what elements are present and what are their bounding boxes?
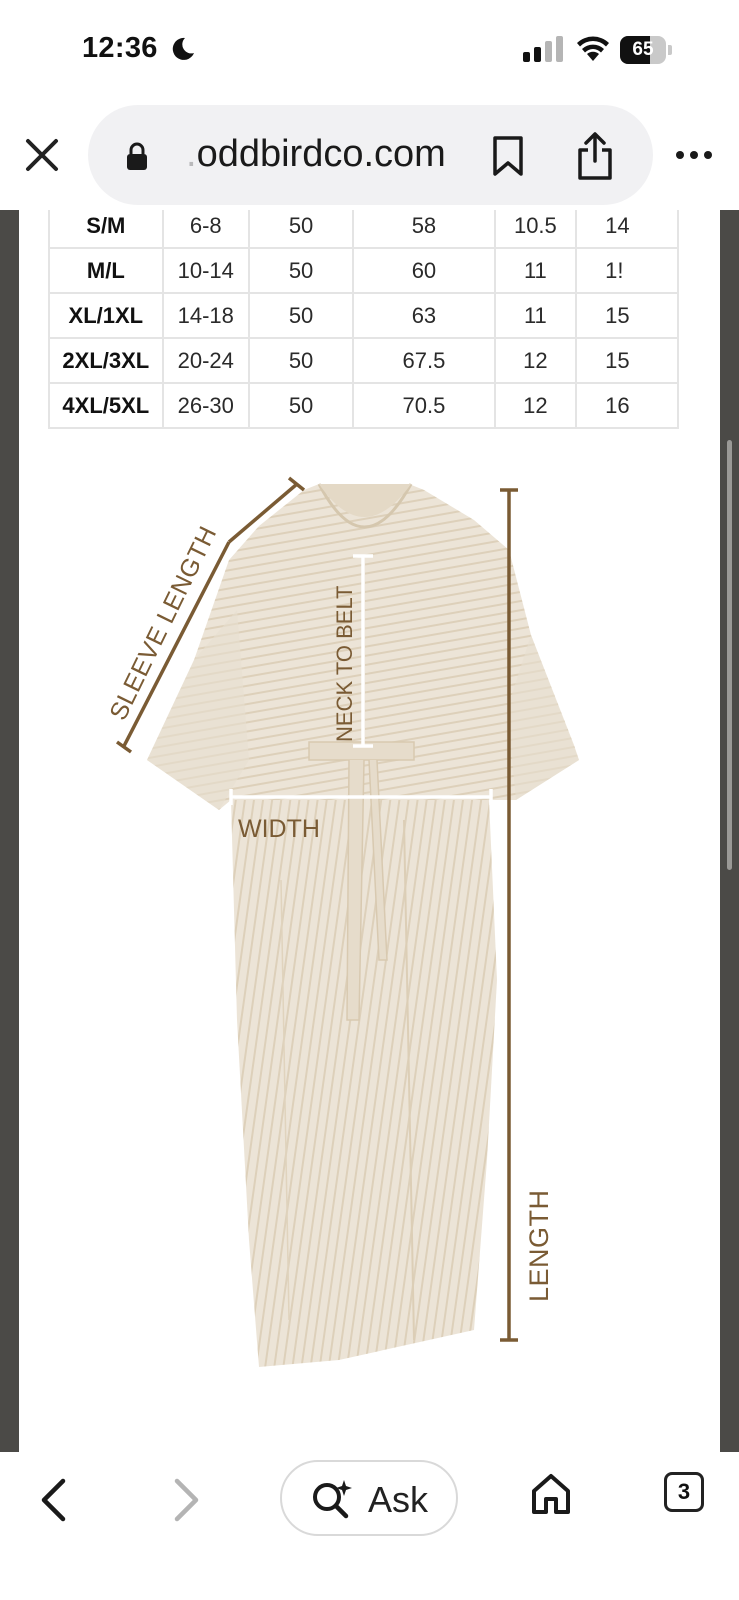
table-cell: 12 xyxy=(493,382,578,429)
table-cell: 26-30 xyxy=(161,382,250,429)
size-label-cell: XL/1XL xyxy=(48,292,164,339)
table-cell: 20-24 xyxy=(161,337,250,384)
table-cell: 50 xyxy=(247,210,355,249)
bookmark-icon[interactable] xyxy=(490,135,526,177)
table-cell: 14 xyxy=(575,210,679,249)
garment-measurement-diagram: SLEEVE LENGTH NECK TO BELT WIDTH LENGTH xyxy=(104,476,579,1367)
lock-icon xyxy=(127,142,147,170)
table-cell: 10.5 xyxy=(493,210,578,249)
table-cell: 63 xyxy=(352,292,496,339)
clock: 12:36 xyxy=(82,32,158,64)
table-cell: 11 xyxy=(493,292,578,339)
table-cell: 12 xyxy=(493,337,578,384)
url-domain: oddbirdco.com xyxy=(196,133,446,175)
table-cell: 58 xyxy=(352,210,496,249)
table-cell: 1! xyxy=(575,247,679,294)
home-icon[interactable] xyxy=(530,1472,572,1516)
web-page-viewport[interactable]: S/M 6-8 50 58 10.5 14 M/L 10-14 50 60 11 1! XL/1XL 14… xyxy=(0,210,739,1452)
size-label-cell: S/M xyxy=(48,210,164,249)
table-cell: 6-8 xyxy=(161,210,250,249)
cellular-signal-icon xyxy=(523,36,563,62)
table-cell: 15 xyxy=(575,292,679,339)
url-faded-prefix: . xyxy=(186,133,197,175)
table-row: 2XL/3XL 20-24 50 67.5 12 15 xyxy=(48,337,679,384)
table-cell: 60 xyxy=(352,247,496,294)
neck-to-belt-label: NECK TO BELT xyxy=(332,586,357,743)
battery-icon: 65 xyxy=(620,36,672,64)
table-cell: 50 xyxy=(247,382,355,429)
tab-count: 3 xyxy=(677,1479,691,1504)
address-bar[interactable]: .oddbirdco.com xyxy=(88,105,653,205)
moon-icon xyxy=(172,37,194,60)
width-label: WIDTH xyxy=(238,815,320,843)
status-bar: 12:36 65 xyxy=(0,0,739,100)
size-chart-table: S/M 6-8 50 58 10.5 14 M/L 10-14 50 60 11 1! XL/1XL 14… xyxy=(48,210,679,429)
wifi-icon xyxy=(577,36,609,61)
more-options-icon[interactable] xyxy=(672,140,716,170)
table-cell: 50 xyxy=(247,292,355,339)
page-scrollbar[interactable] xyxy=(727,440,732,870)
dress-body xyxy=(231,800,497,1367)
length-label: LENGTH xyxy=(524,1189,554,1302)
close-icon[interactable] xyxy=(20,133,64,177)
size-label-cell: 2XL/3XL xyxy=(48,337,164,384)
browser-bottom-bar: Ask 3 xyxy=(0,1452,739,1600)
table-cell: 15 xyxy=(575,337,679,384)
battery-percent: 65 xyxy=(632,39,654,60)
table-cell: 11 xyxy=(493,247,578,294)
ask-button[interactable]: Ask xyxy=(280,1460,458,1536)
table-row: S/M 6-8 50 58 10.5 14 xyxy=(48,210,679,249)
table-cell: 67.5 xyxy=(352,337,496,384)
table-cell: 50 xyxy=(247,247,355,294)
size-chart-clip: S/M 6-8 50 58 10.5 14 M/L 10-14 50 60 11 1! XL/1XL 14… xyxy=(19,210,679,450)
browser-toolbar: .oddbirdco.com xyxy=(0,100,739,210)
table-cell: 16 xyxy=(575,382,679,429)
table-row: XL/1XL 14-18 50 63 11 15 xyxy=(48,292,679,339)
share-icon[interactable] xyxy=(576,131,614,181)
url-text[interactable]: .oddbirdco.com xyxy=(186,133,446,176)
size-label-cell: 4XL/5XL xyxy=(48,382,164,429)
ask-label: Ask xyxy=(368,1479,429,1520)
size-label-cell: M/L xyxy=(48,247,164,294)
table-cell: 14-18 xyxy=(161,292,250,339)
table-row: M/L 10-14 50 60 11 1! xyxy=(48,247,679,294)
table-cell: 10-14 xyxy=(161,247,250,294)
table-cell: 50 xyxy=(247,337,355,384)
back-arrow-icon[interactable] xyxy=(36,1476,70,1524)
search-sparkle-icon xyxy=(313,1480,352,1519)
page-content: S/M 6-8 50 58 10.5 14 M/L 10-14 50 60 11 1! XL/1XL 14… xyxy=(19,210,720,1452)
table-cell: 70.5 xyxy=(352,382,496,429)
forward-arrow-icon[interactable] xyxy=(170,1476,204,1524)
table-row: 4XL/5XL 26-30 50 70.5 12 16 xyxy=(48,382,679,429)
tab-switcher-button[interactable]: 3 xyxy=(664,1472,704,1512)
